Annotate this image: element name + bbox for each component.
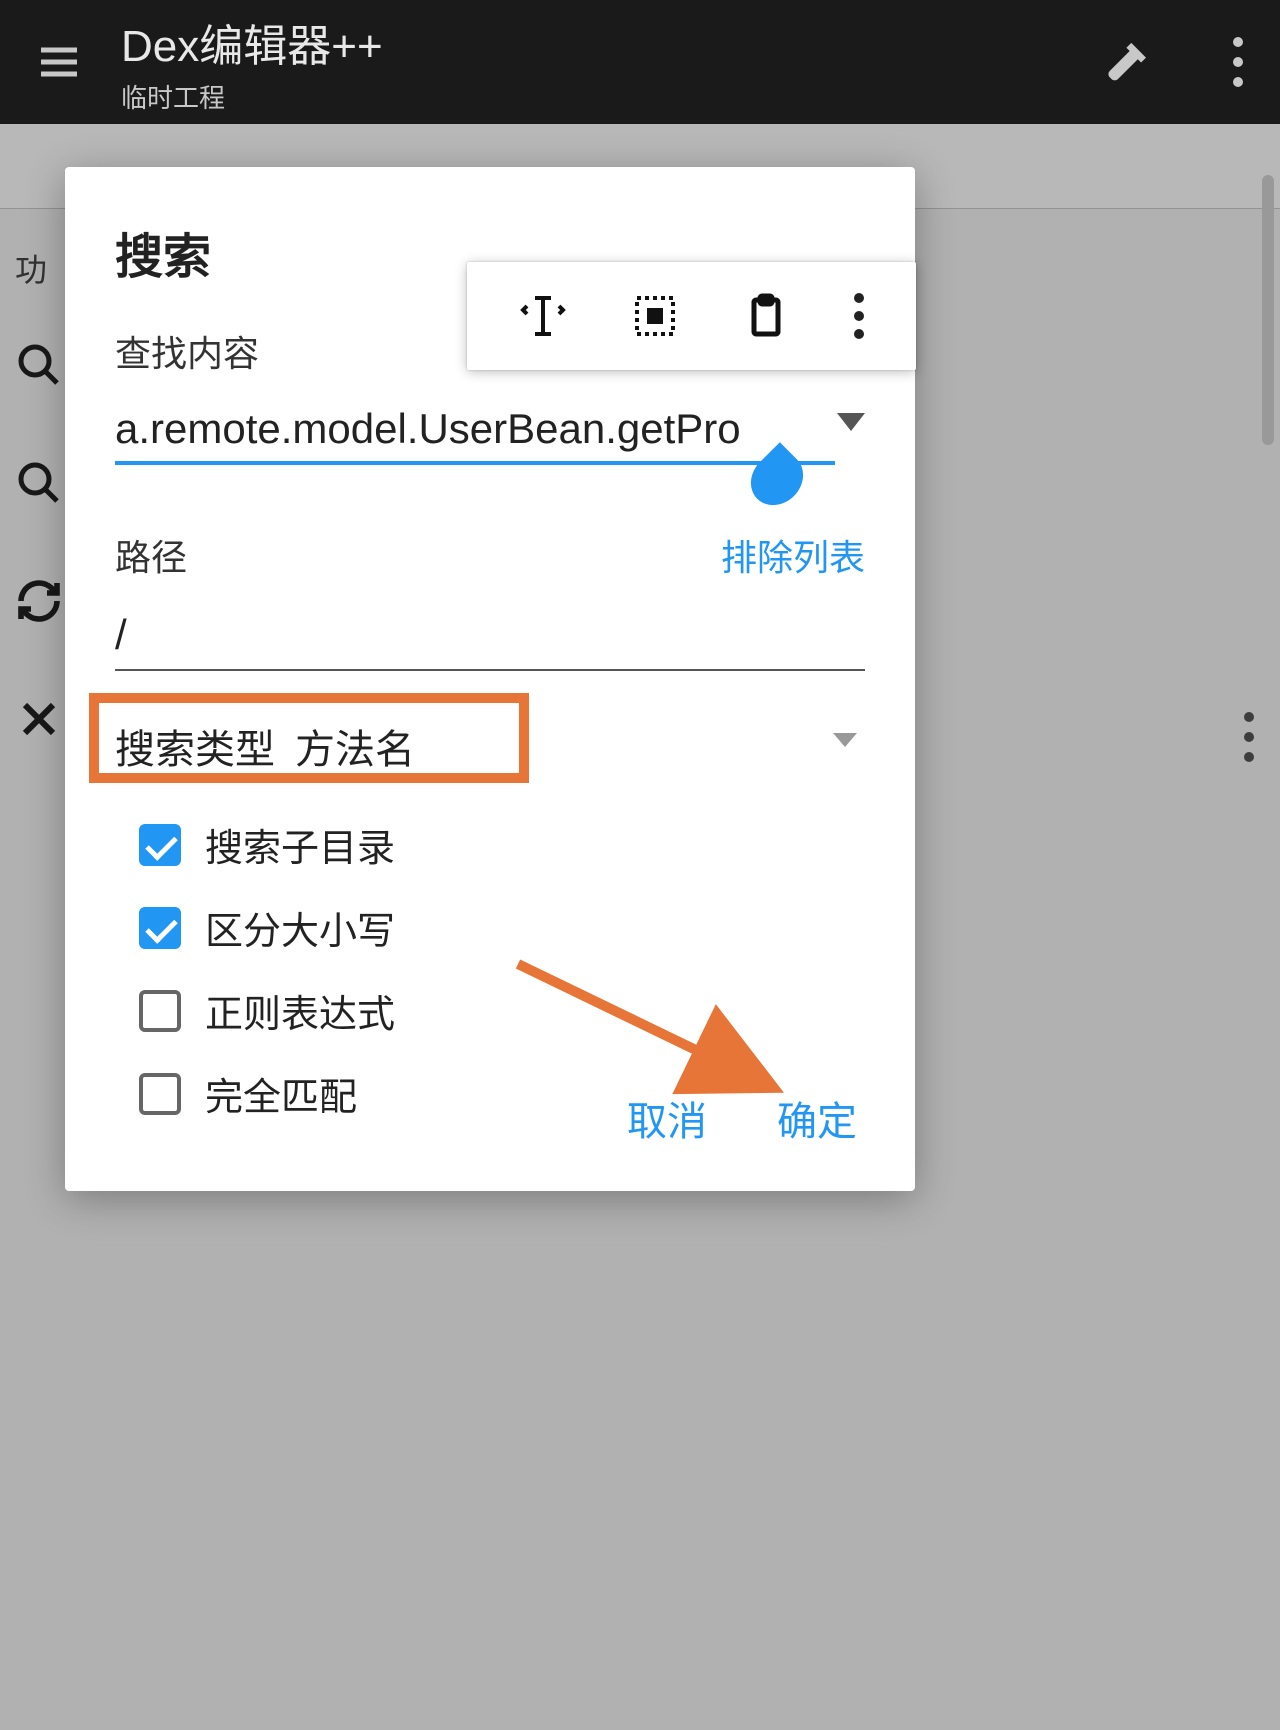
build-icon[interactable] [1097,34,1153,90]
app-bar: Dex编辑器++ 临时工程 [0,0,1280,124]
paste-icon[interactable] [742,292,790,340]
app-subtitle: 临时工程 [121,78,1097,115]
path-input[interactable] [115,581,865,671]
context-overflow-icon[interactable] [854,293,864,339]
exclude-list-link[interactable]: 排除列表 [721,529,865,581]
ok-button[interactable]: 确定 [777,1089,857,1147]
menu-icon[interactable] [35,38,83,86]
dialog-scrollbar[interactable] [1262,175,1274,445]
cancel-button[interactable]: 取消 [627,1089,707,1147]
select-text-icon[interactable] [519,292,567,340]
checkbox-case[interactable] [139,907,181,949]
search-type-label: 搜索类型 [115,717,275,775]
checkbox-regex-label: 正则表达式 [205,983,395,1038]
app-title: Dex编辑器++ [121,10,1097,74]
checkbox-subdir-label: 搜索子目录 [205,817,395,872]
checkbox-subdir[interactable] [139,824,181,866]
checkbox-subdir-row[interactable]: 搜索子目录 [139,817,865,872]
search-type-dropdown[interactable]: 搜索类型 方法名 [115,717,865,775]
checkbox-case-row[interactable]: 区分大小写 [139,900,865,955]
find-content-input[interactable] [115,399,835,465]
chevron-down-icon [833,733,857,747]
app-title-block: Dex编辑器++ 临时工程 [121,10,1097,115]
path-label: 路径 [115,529,187,581]
find-history-dropdown-icon[interactable] [837,413,865,431]
search-type-value: 方法名 [295,717,415,775]
checkbox-regex-row[interactable]: 正则表达式 [139,983,865,1038]
overflow-menu-icon[interactable] [1233,37,1245,87]
select-all-icon[interactable] [631,292,679,340]
text-context-toolbar [467,262,916,370]
checkbox-case-label: 区分大小写 [205,900,395,955]
checkbox-exact[interactable] [139,1073,181,1115]
checkbox-exact-label: 完全匹配 [205,1066,357,1121]
checkbox-regex[interactable] [139,990,181,1032]
